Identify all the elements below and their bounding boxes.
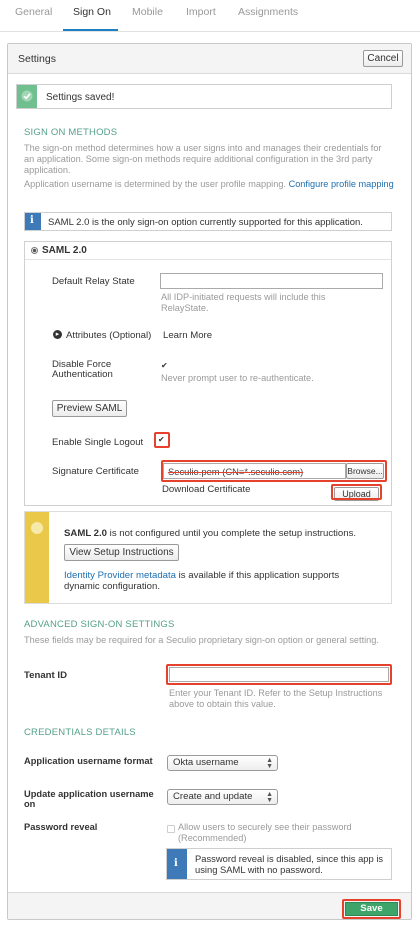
tab-mobile[interactable]: Mobile [132, 6, 163, 18]
username-format-value: Okta username [173, 757, 239, 768]
save-highlight [342, 899, 401, 919]
mapping-text: Application username is determined by th… [24, 179, 286, 189]
saml-only-info-text: SAML 2.0 is the only sign-on option curr… [48, 217, 363, 228]
attributes-label[interactable]: Attributes (Optional) [66, 330, 151, 341]
disable-force-label: Disable Force Authentication [52, 359, 113, 380]
tab-general[interactable]: General [15, 6, 52, 18]
setup-notice-strong: SAML 2.0 [64, 528, 108, 539]
relay-state-input[interactable] [160, 273, 383, 289]
preview-saml-button[interactable]: Preview SAML [52, 400, 127, 417]
settings-title: Settings [18, 53, 56, 65]
sign-on-methods-heading: SIGN ON METHODS [24, 127, 118, 138]
tab-assignments[interactable]: Assignments [238, 6, 298, 18]
setup-notice-rest: is not configured until you complete the… [107, 528, 357, 539]
configure-profile-mapping-link[interactable]: Configure profile mapping [289, 179, 394, 189]
notice-icon [31, 522, 43, 534]
notice-bar [25, 512, 49, 603]
advanced-description: These fields may be required for a Secul… [24, 635, 379, 645]
update-username-select[interactable]: Create and update ▲ ▼ [167, 789, 278, 805]
upload-highlight [331, 484, 382, 500]
cancel-button[interactable]: Cancel [363, 50, 403, 67]
saml-header: SAML 2.0 [25, 242, 391, 260]
password-reveal-label: Password reveal [24, 822, 98, 832]
relay-state-label: Default Relay State [52, 276, 135, 287]
info-icon: i [25, 213, 41, 230]
signature-highlight [161, 460, 387, 482]
metadata-text: Identity Provider metadata is available … [64, 570, 364, 592]
username-format-label: Application username format [24, 756, 153, 766]
success-alert: Settings saved! [16, 84, 392, 109]
disable-force-hint: Never prompt user to re-authenticate. [161, 373, 314, 383]
password-reveal-info-text: Password reveal is disabled, since this … [195, 853, 384, 875]
tenant-id-label: Tenant ID [24, 670, 67, 681]
credentials-heading: CREDENTIALS DETAILS [24, 727, 136, 738]
password-reveal-option: Allow users to securely see their passwo… [178, 822, 352, 843]
username-format-select[interactable]: Okta username ▲ ▼ [167, 755, 278, 771]
tenant-id-highlight [166, 664, 392, 685]
saml-title: SAML 2.0 [42, 245, 87, 256]
tabs-divider [0, 31, 420, 32]
advanced-heading: ADVANCED SIGN-ON SETTINGS [24, 619, 175, 630]
single-logout-highlight [154, 432, 170, 448]
password-reveal-checkbox[interactable] [167, 825, 175, 833]
tenant-id-hint: Enter your Tenant ID. Refer to the Setup… [169, 688, 383, 709]
mapping-text-block: Application username is determined by th… [24, 179, 394, 190]
sign-on-description: The sign-on method determines how a user… [24, 143, 382, 175]
attributes-toggle-icon[interactable]: ▸ [53, 330, 62, 339]
tab-sign-on[interactable]: Sign On [73, 6, 111, 18]
update-username-value: Create and update [173, 791, 253, 802]
idp-metadata-link[interactable]: Identity Provider metadata [64, 570, 176, 581]
disable-force-checkbox[interactable]: ✔ [161, 362, 168, 370]
saml-radio-icon[interactable] [31, 247, 38, 254]
success-message: Settings saved! [46, 92, 115, 103]
password-reveal-info: i Password reveal is disabled, since thi… [166, 848, 392, 880]
info-icon: i [167, 849, 187, 879]
download-certificate-link[interactable]: Download Certificate [162, 484, 251, 495]
tab-import[interactable]: Import [186, 6, 216, 18]
saml-only-info: i SAML 2.0 is the only sign-on option cu… [24, 212, 392, 231]
view-setup-instructions-button[interactable]: View Setup Instructions [64, 544, 179, 561]
setup-notice-text: SAML 2.0 is not configured until you com… [64, 528, 356, 539]
select-chevron-icon: ▲ ▼ [266, 791, 273, 804]
check-icon [17, 85, 37, 108]
settings-header: Settings [8, 44, 411, 74]
select-chevron-icon: ▲ ▼ [266, 757, 273, 770]
learn-more-link[interactable]: Learn More [163, 330, 212, 341]
signature-certificate-label: Signature Certificate [52, 466, 139, 477]
update-username-label: Update application username on [24, 789, 154, 809]
relay-state-hint: All IDP-initiated requests will include … [161, 292, 326, 313]
single-logout-label: Enable Single Logout [52, 437, 144, 448]
